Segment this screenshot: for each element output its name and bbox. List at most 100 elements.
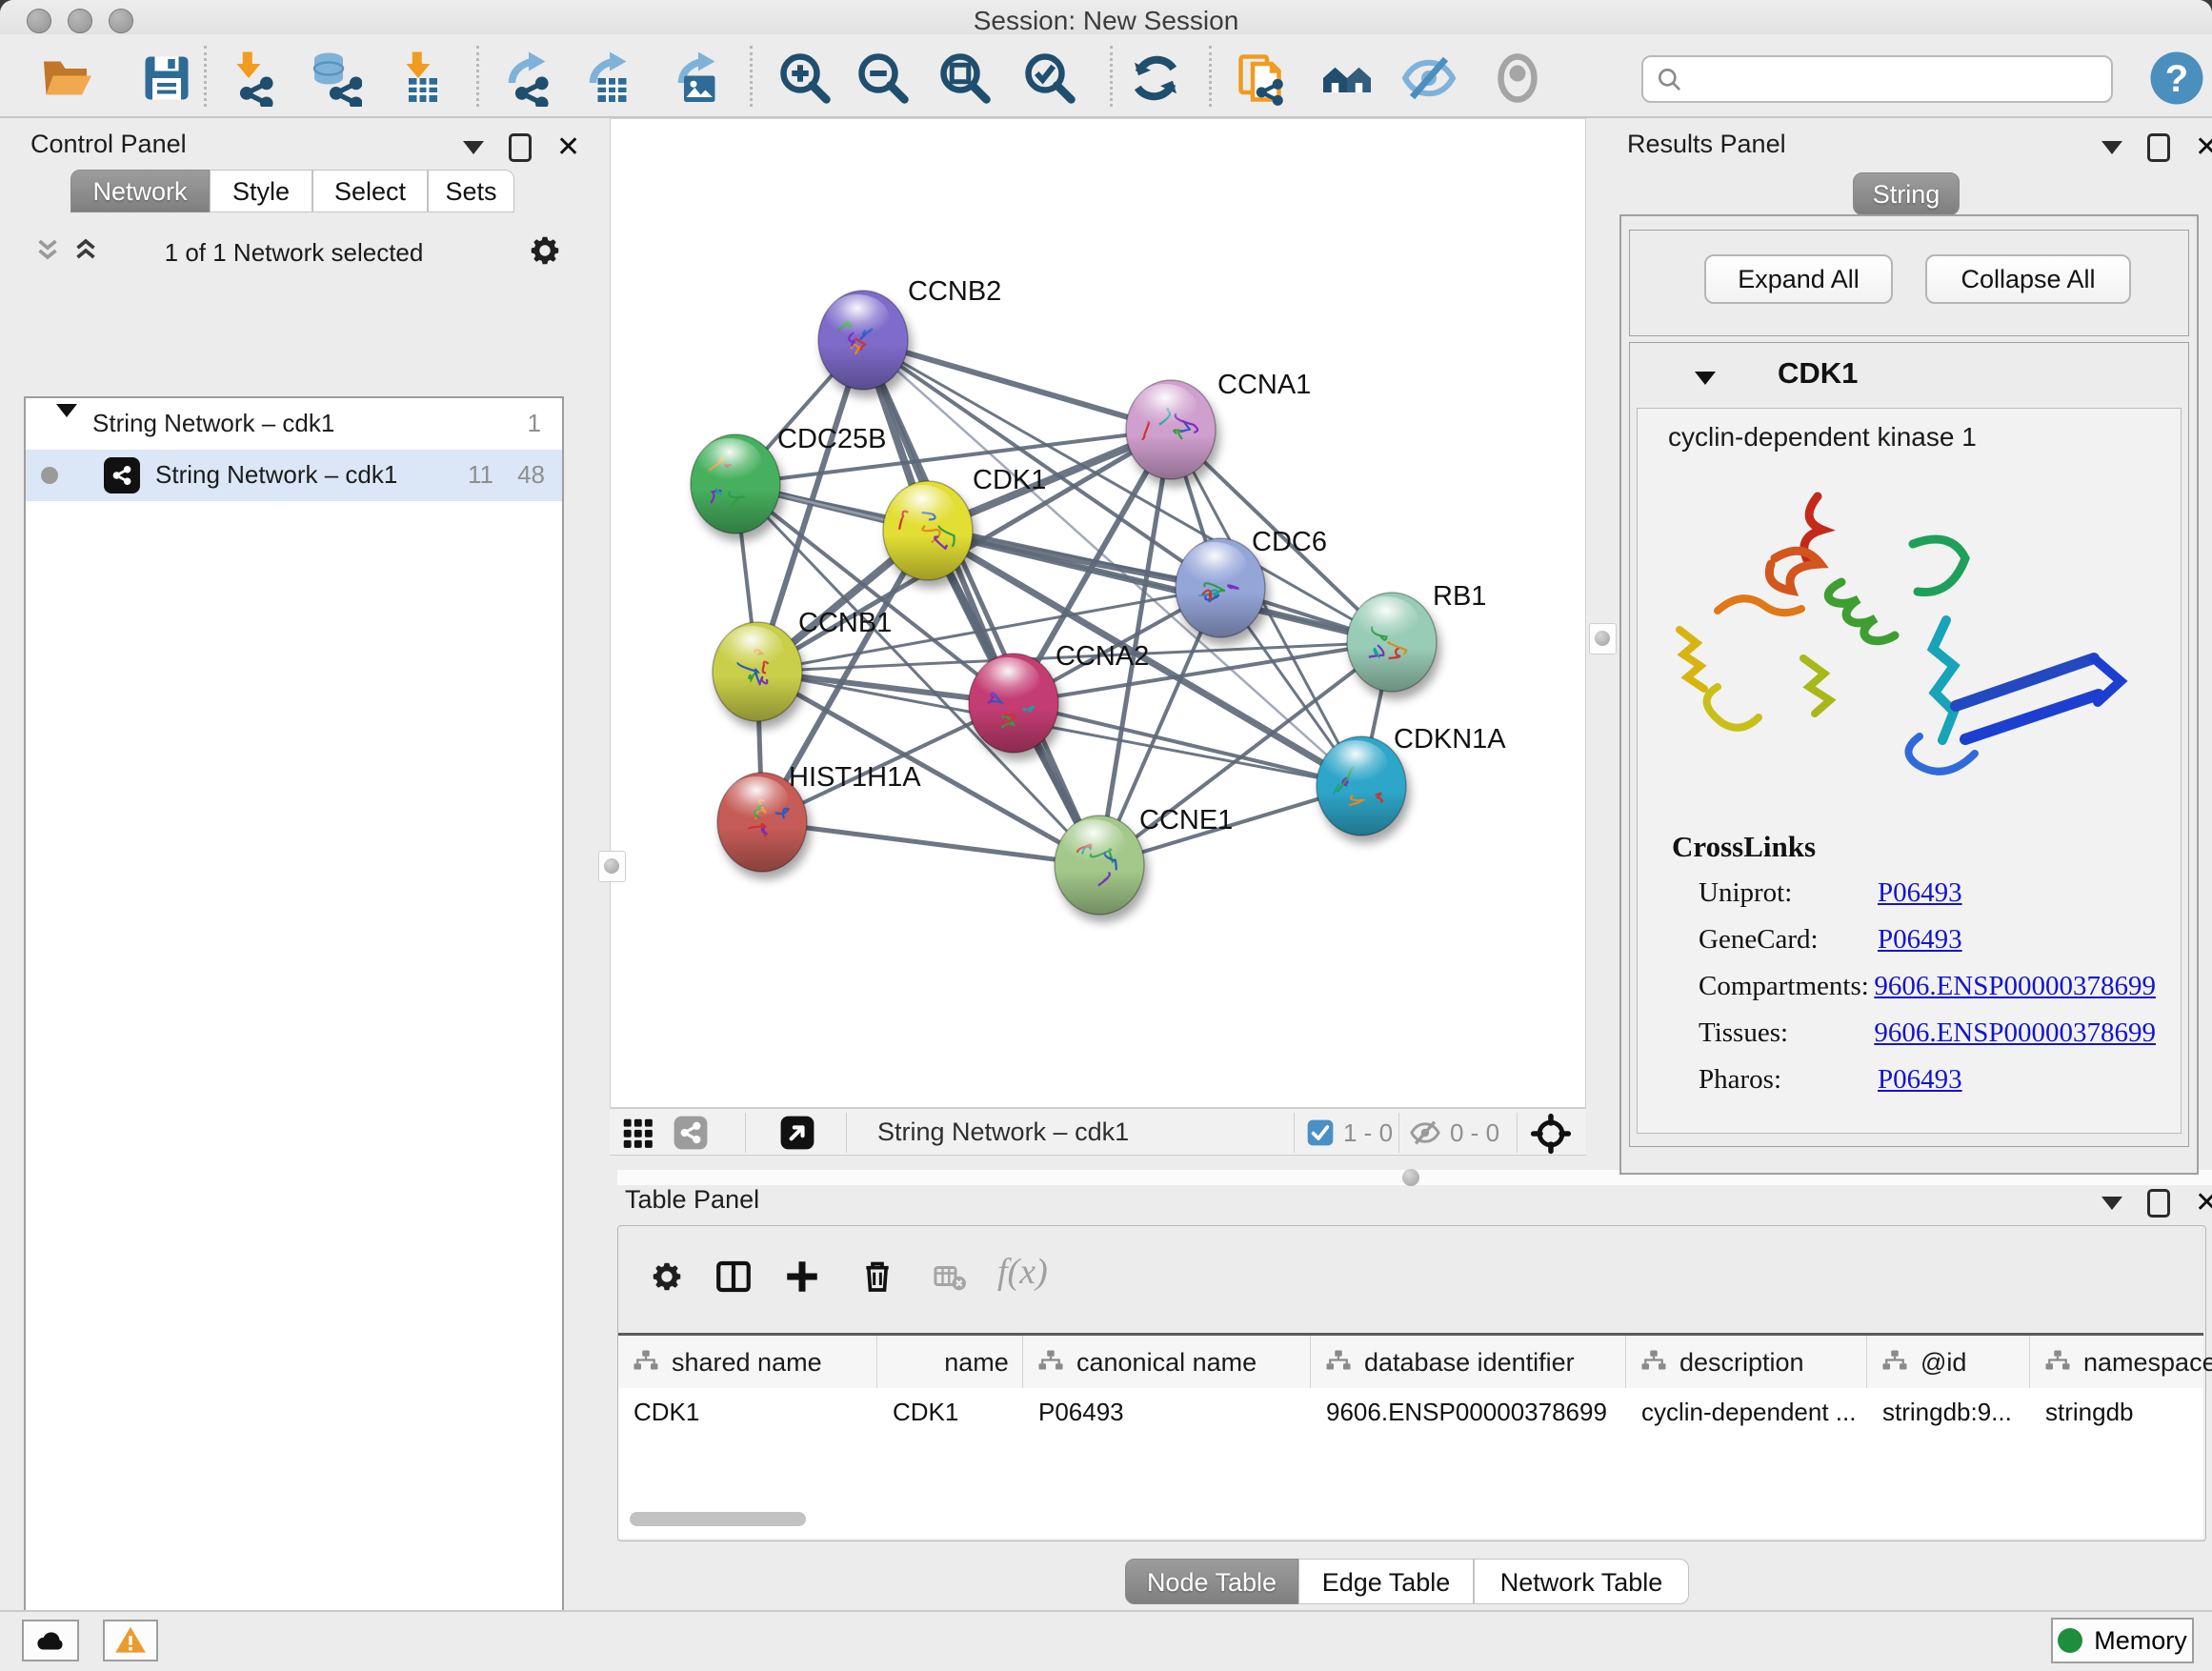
section-collapse-icon[interactable] <box>1695 372 1716 385</box>
table-hscrollbar[interactable] <box>618 1510 2203 1529</box>
column-header-name[interactable]: name <box>877 1336 1023 1389</box>
panel-menu-icon[interactable] <box>2101 141 2122 154</box>
network-node-CDKN1A[interactable] <box>1317 736 1406 836</box>
gear-icon[interactable] <box>527 232 563 269</box>
table-cell[interactable]: P06493 <box>1023 1390 1311 1434</box>
tab-network[interactable]: Network <box>70 170 210 212</box>
refresh-icon[interactable] <box>1127 50 1184 107</box>
column-header-canonical-name[interactable]: canonical name <box>1023 1336 1311 1389</box>
warning-status-button[interactable] <box>103 1620 158 1661</box>
table-gear-icon[interactable] <box>649 1258 685 1295</box>
crosslink-row: Uniprot:P06493 <box>1699 877 2156 909</box>
network-graph[interactable]: CCNB2CCNA1CDC25BCDK1CDC6RB1CCNB1CCNA2CDK… <box>611 119 1585 1107</box>
network-collection-row[interactable]: String Network – cdk1 1 <box>26 398 562 450</box>
network-node-CCNA2[interactable] <box>969 654 1058 753</box>
network-canvas[interactable]: CCNB2CCNA1CDC25BCDK1CDC6RB1CCNB1CCNA2CDK… <box>610 118 1586 1108</box>
tab-network-table[interactable]: Network Table <box>1474 1559 1689 1604</box>
show-all-icon[interactable] <box>1489 50 1546 107</box>
table-row[interactable]: CDK1CDK1P064939606.ENSP00000378699cyclin… <box>618 1390 2212 1434</box>
fit-selected-crosshair-icon[interactable] <box>1530 1113 1572 1155</box>
close-panel-icon[interactable]: ✕ <box>2195 1192 2212 1215</box>
network-node-CDK1[interactable] <box>883 481 973 580</box>
network-node-CDC25B[interactable] <box>691 434 780 534</box>
crosslink-value[interactable]: P06493 <box>1878 877 1962 909</box>
import-table-icon[interactable] <box>390 50 447 107</box>
panel-menu-icon[interactable] <box>463 141 484 154</box>
delete-column-icon[interactable] <box>858 1257 896 1295</box>
export-image-icon[interactable] <box>670 50 727 107</box>
control-panel-window-controls: ✕ <box>463 133 580 162</box>
column-header--id[interactable]: @id <box>1867 1336 2030 1389</box>
expand-all-button[interactable]: Expand All <box>1704 254 1893 304</box>
cloud-status-button[interactable] <box>22 1620 79 1661</box>
network-row-selected[interactable]: String Network – cdk1 11 48 <box>26 450 562 501</box>
table-cell[interactable]: CDK1 <box>618 1390 877 1434</box>
view-mode-share-icon[interactable] <box>673 1115 709 1151</box>
tab-node-table[interactable]: Node Table <box>1125 1559 1298 1604</box>
tab-sets[interactable]: Sets <box>428 170 514 212</box>
open-folder-icon[interactable] <box>39 50 96 107</box>
hscrollbar-thumb[interactable] <box>630 1512 806 1526</box>
hidden-eye-slash-icon[interactable] <box>1408 1117 1442 1149</box>
hide-selected-icon[interactable] <box>1400 50 1458 107</box>
tab-edge-table[interactable]: Edge Table <box>1298 1559 1474 1604</box>
memory-label: Memory <box>2094 1626 2187 1656</box>
clone-network-icon[interactable] <box>1234 50 1291 107</box>
network-node-CCNB1[interactable] <box>713 622 802 721</box>
function-builder-icon: f(x) <box>997 1251 1048 1293</box>
crosslink-value[interactable]: P06493 <box>1878 1064 1962 1096</box>
import-network-database-icon[interactable] <box>305 50 362 107</box>
float-panel-icon[interactable] <box>2147 1189 2170 1218</box>
crosslink-value[interactable]: 9606.ENSP00000378699 <box>1874 971 2156 1002</box>
close-panel-icon[interactable]: ✕ <box>2195 136 2212 159</box>
zoom-selected-icon[interactable] <box>1021 50 1078 107</box>
save-icon[interactable] <box>138 50 195 107</box>
memory-button[interactable]: Memory <box>2051 1618 2194 1663</box>
tab-string[interactable]: String <box>1853 172 1960 215</box>
show-columns-icon[interactable] <box>714 1257 754 1297</box>
network-node-RB1[interactable] <box>1347 593 1437 692</box>
tree-expand-icon[interactable] <box>56 417 77 447</box>
column-header-namespace[interactable]: namespace <box>2030 1336 2212 1389</box>
table-cell[interactable]: stringdb:9... <box>1867 1390 2030 1434</box>
zoom-in-icon[interactable] <box>776 50 834 107</box>
export-table-icon[interactable] <box>581 50 638 107</box>
network-node-CCNE1[interactable] <box>1055 815 1144 915</box>
float-panel-icon[interactable] <box>509 133 532 162</box>
panel-menu-icon[interactable] <box>2101 1197 2122 1210</box>
create-column-icon[interactable] <box>782 1257 822 1297</box>
import-network-file-icon[interactable] <box>220 50 277 107</box>
table-cell[interactable]: 9606.ENSP00000378699 <box>1311 1390 1626 1434</box>
table-cell[interactable]: cyclin-dependent ... <box>1626 1390 1867 1434</box>
crosslink-value[interactable]: P06493 <box>1878 924 1962 956</box>
zoom-out-icon[interactable] <box>855 50 912 107</box>
search-box[interactable] <box>1641 55 2113 103</box>
float-panel-icon[interactable] <box>2147 133 2170 162</box>
crosslink-row: Compartments:9606.ENSP00000378699 <box>1699 971 2156 1002</box>
crosslink-value[interactable]: 9606.ENSP00000378699 <box>1874 1017 2156 1049</box>
collapse-all-button[interactable]: Collapse All <box>1925 254 2131 304</box>
left-splitter-handle[interactable] <box>598 851 626 882</box>
column-header-description[interactable]: description <box>1626 1336 1867 1389</box>
column-header-shared-name[interactable]: shared name <box>618 1336 877 1389</box>
search-input[interactable] <box>1693 61 2097 99</box>
first-neighbors-icon[interactable] <box>1318 50 1376 107</box>
export-network-icon[interactable] <box>500 50 557 107</box>
protein-structure-image <box>1660 468 2156 801</box>
close-panel-icon[interactable]: ✕ <box>556 136 580 159</box>
table-cell[interactable]: stringdb <box>2030 1390 2212 1434</box>
help-icon[interactable]: ? <box>2148 50 2205 107</box>
network-node-CCNA1[interactable] <box>1126 380 1216 479</box>
birdseye-toggle-icon[interactable] <box>779 1115 815 1151</box>
grid-mode-icon[interactable] <box>619 1115 655 1151</box>
network-node-CCNB2[interactable] <box>818 291 908 390</box>
column-header-database-identifier[interactable]: database identifier <box>1311 1336 1626 1389</box>
horizontal-splitter-handle[interactable] <box>1402 1169 1419 1186</box>
table-cell[interactable]: CDK1 <box>877 1390 1023 1434</box>
tab-style[interactable]: Style <box>210 170 312 212</box>
selected-checkbox-icon[interactable] <box>1305 1117 1336 1149</box>
zoom-fit-icon[interactable] <box>936 50 994 107</box>
right-splitter-handle[interactable] <box>1589 623 1617 654</box>
svg-text:?: ? <box>2165 58 2188 100</box>
tab-select[interactable]: Select <box>312 170 428 212</box>
